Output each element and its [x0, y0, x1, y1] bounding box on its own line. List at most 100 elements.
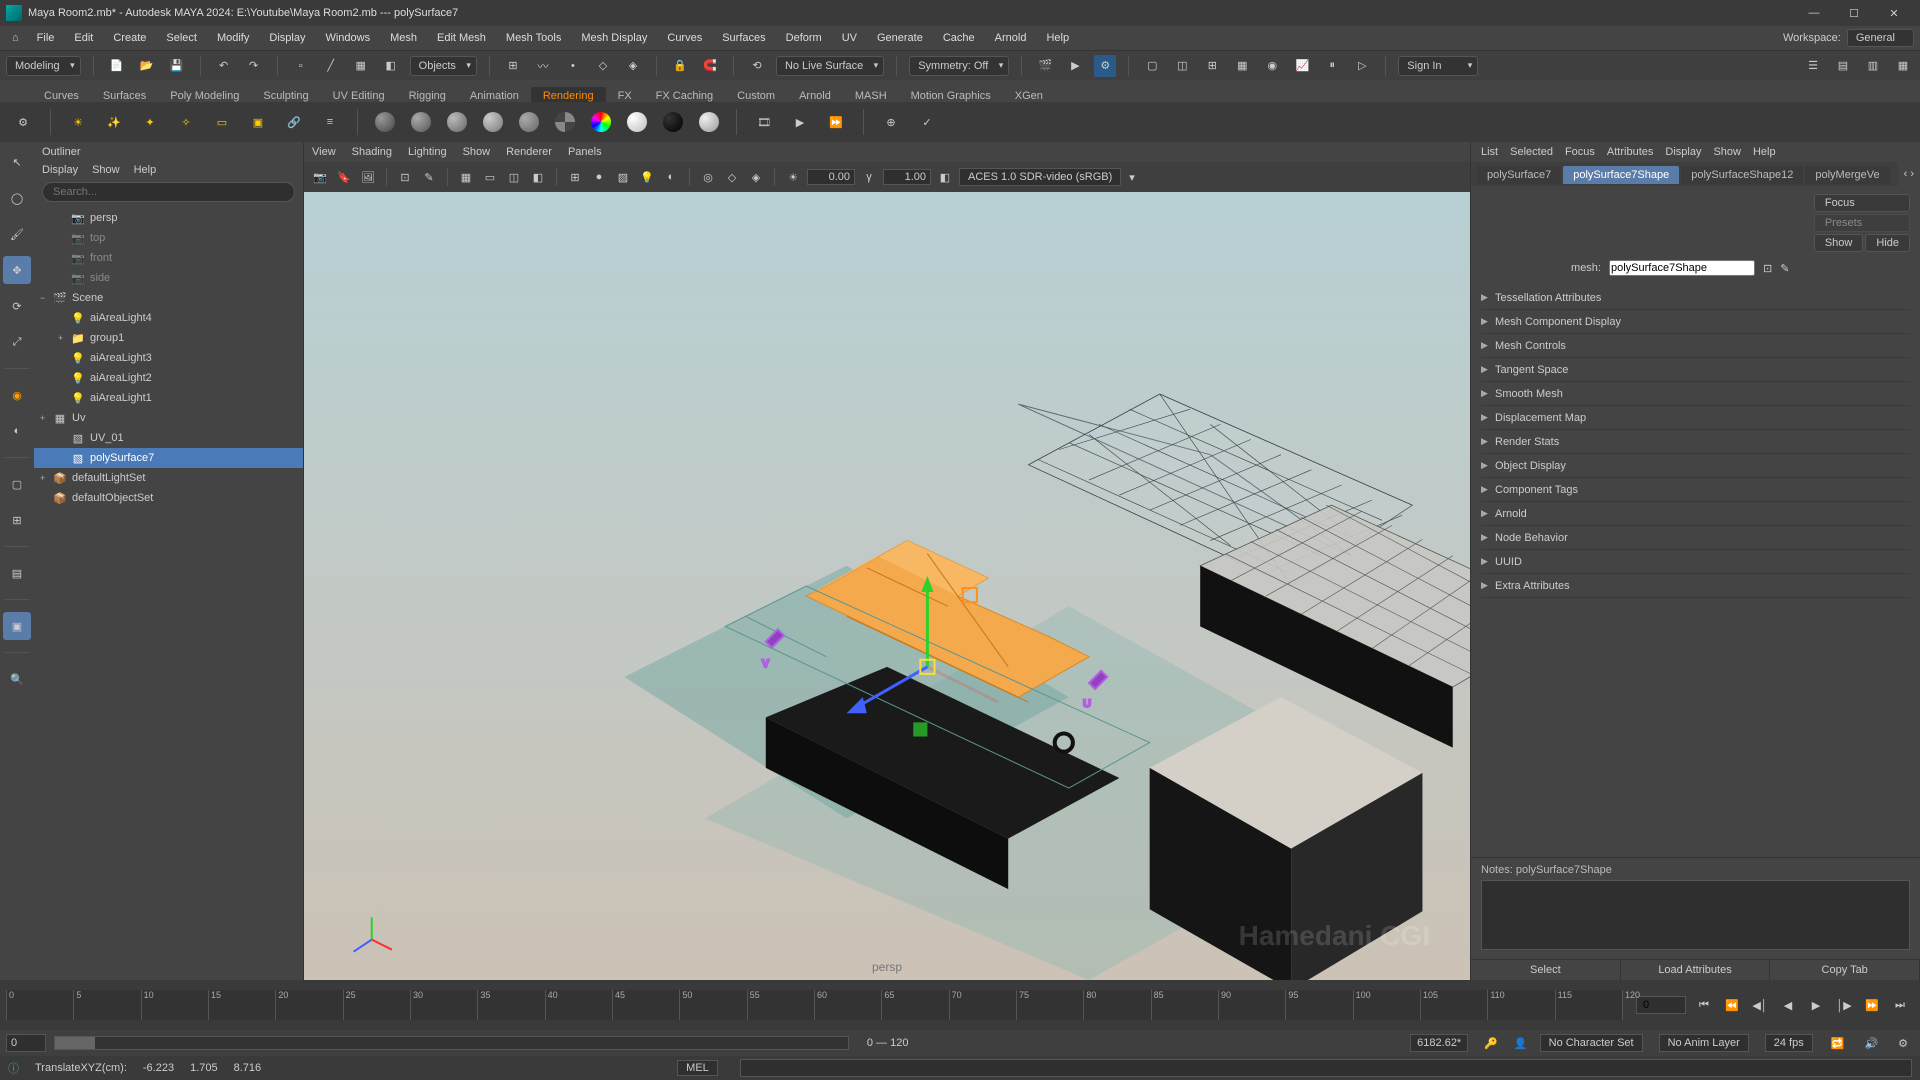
hypershade-icon[interactable]: ◉ — [1261, 55, 1283, 77]
spot-light-icon[interactable]: ✧ — [171, 107, 201, 137]
menu-windows[interactable]: Windows — [315, 29, 380, 47]
viewport-menu-renderer[interactable]: Renderer — [506, 146, 552, 158]
step-forward-key-icon[interactable]: ⏩ — [1860, 993, 1884, 1017]
outliner-search-input[interactable] — [42, 182, 295, 202]
range-slider[interactable] — [54, 1036, 849, 1050]
attr-section-arnold[interactable]: ▶Arnold — [1481, 502, 1910, 526]
volume-light-icon[interactable]: ▣ — [243, 107, 273, 137]
menu-surfaces[interactable]: Surfaces — [712, 29, 775, 47]
vp-gate-mask-icon[interactable]: ◧ — [528, 167, 548, 187]
history-icon[interactable]: ⟲ — [746, 55, 768, 77]
workspace-mode-dropdown[interactable]: Modeling — [6, 56, 81, 76]
vp-colorspace-dropdown[interactable]: ACES 1.0 SDR-video (sRGB) — [959, 168, 1121, 186]
viewport-menu-panels[interactable]: Panels — [568, 146, 602, 158]
outliner-item-top[interactable]: 📷top — [34, 228, 303, 248]
panel-layout-3-icon[interactable]: ⊞ — [1201, 55, 1223, 77]
attr-menu-focus[interactable]: Focus — [1565, 146, 1595, 158]
menu-mesh-display[interactable]: Mesh Display — [571, 29, 657, 47]
layout-persp-icon[interactable]: ▣ — [3, 612, 31, 640]
attr-tab-polysurface7shape[interactable]: polySurface7Shape — [1563, 166, 1679, 184]
vp-gamma-icon[interactable]: γ — [859, 167, 879, 187]
outliner-item-defaultlightset[interactable]: +📦defaultLightSet — [34, 468, 303, 488]
viewport-menu-lighting[interactable]: Lighting — [408, 146, 447, 158]
open-scene-icon[interactable]: 📂 — [136, 55, 158, 77]
vp-shadows-icon[interactable]: ◐ — [661, 167, 681, 187]
outliner-item-aiarealight4[interactable]: 💡aiAreaLight4 — [34, 308, 303, 328]
last-tool-icon[interactable]: ◉ — [3, 381, 31, 409]
shelf-options-icon[interactable]: ⚙ — [8, 107, 38, 137]
menu-edit-mesh[interactable]: Edit Mesh — [427, 29, 496, 47]
vp-isolate-icon[interactable]: ◎ — [698, 167, 718, 187]
minimize-button[interactable]: — — [1794, 0, 1834, 26]
select-mode-edge-icon[interactable]: ╱ — [320, 55, 342, 77]
attr-section-extra-attributes[interactable]: ▶Extra Attributes — [1481, 574, 1910, 598]
attr-footer-select[interactable]: Select — [1471, 960, 1621, 980]
viewport-menu-view[interactable]: View — [312, 146, 336, 158]
panel-layout-2-icon[interactable]: ◫ — [1171, 55, 1193, 77]
outliner-menu-display[interactable]: Display — [42, 164, 78, 176]
menu-generate[interactable]: Generate — [867, 29, 933, 47]
outliner-tree[interactable]: 📷persp📷top📷front📷side−🎬Scene💡aiAreaLight… — [34, 206, 303, 980]
new-scene-icon[interactable]: 📄 — [106, 55, 128, 77]
vp-textured-icon[interactable]: ▨ — [613, 167, 633, 187]
attr-section-mesh-controls[interactable]: ▶Mesh Controls — [1481, 334, 1910, 358]
focus-button[interactable]: Focus — [1814, 194, 1910, 212]
select-mode-face-icon[interactable]: ▦ — [350, 55, 372, 77]
panel-layout-1-icon[interactable]: ▢ — [1141, 55, 1163, 77]
go-to-start-icon[interactable]: ⏮ — [1692, 993, 1716, 1017]
render-view-icon[interactable]: 🎬 — [1034, 55, 1056, 77]
selection-filter-dropdown[interactable]: Objects — [410, 56, 477, 76]
attr-section-mesh-component-display[interactable]: ▶Mesh Component Display — [1481, 310, 1910, 334]
render-sequence-icon[interactable]: ▶ — [785, 107, 815, 137]
vp-image-plane-icon[interactable]: 🖼 — [358, 167, 378, 187]
character-set-dropdown[interactable]: No Character Set — [1540, 1034, 1643, 1052]
undo-icon[interactable]: ↶ — [213, 55, 235, 77]
viewport-menu-show[interactable]: Show — [463, 146, 491, 158]
close-button[interactable]: ✕ — [1874, 0, 1914, 26]
outliner-item-persp[interactable]: 📷persp — [34, 208, 303, 228]
select-mode-vertex-icon[interactable]: ▫ — [290, 55, 312, 77]
step-back-key-icon[interactable]: ⏪ — [1720, 993, 1744, 1017]
layout-outliner-icon[interactable]: ▤ — [3, 559, 31, 587]
shader-ball-5-icon[interactable] — [514, 107, 544, 137]
render-setup-icon[interactable]: ✓ — [912, 107, 942, 137]
viewport-canvas[interactable]: V U TOP — [304, 192, 1470, 980]
outliner-item-aiarealight3[interactable]: 💡aiAreaLight3 — [34, 348, 303, 368]
hide-button[interactable]: Hide — [1865, 234, 1910, 252]
vp-film-gate-icon[interactable]: ▭ — [480, 167, 500, 187]
layout-four-icon[interactable]: ⊞ — [3, 506, 31, 534]
menu-mesh-tools[interactable]: Mesh Tools — [496, 29, 571, 47]
notes-textarea[interactable] — [1481, 880, 1910, 950]
attr-menu-selected[interactable]: Selected — [1510, 146, 1553, 158]
attr-section-uuid[interactable]: ▶UUID — [1481, 550, 1910, 574]
outliner-item-polysurface7[interactable]: ▧polySurface7 — [34, 448, 303, 468]
attr-section-component-tags[interactable]: ▶Component Tags — [1481, 478, 1910, 502]
menu-help[interactable]: Help — [1036, 29, 1079, 47]
vp-grid-icon[interactable]: ▦ — [456, 167, 476, 187]
snap-plane-icon[interactable]: ◇ — [592, 55, 614, 77]
vp-lights-icon[interactable]: 💡 — [637, 167, 657, 187]
shader-white-icon[interactable] — [622, 107, 652, 137]
outliner-item-scene[interactable]: −🎬Scene — [34, 288, 303, 308]
vp-bookmark-icon[interactable]: 🔖 — [334, 167, 354, 187]
snap-live-icon[interactable]: ◈ — [622, 55, 644, 77]
attr-section-displacement-map[interactable]: ▶Displacement Map — [1481, 406, 1910, 430]
go-to-end-icon[interactable]: ⏭ — [1888, 993, 1912, 1017]
redo-icon[interactable]: ↷ — [243, 55, 265, 77]
render-settings-icon[interactable]: ⚙ — [1094, 55, 1116, 77]
outliner-item-aiarealight2[interactable]: 💡aiAreaLight2 — [34, 368, 303, 388]
vp-select-camera-icon[interactable]: 📷 — [310, 167, 330, 187]
soft-select-icon[interactable]: ◐ — [3, 417, 31, 445]
mesh-edit-icon[interactable]: ✎ — [1780, 262, 1789, 275]
shader-ball-2-icon[interactable] — [406, 107, 436, 137]
graph-editor-icon[interactable]: 📈 — [1291, 55, 1313, 77]
menu-file[interactable]: File — [27, 29, 65, 47]
presets-button[interactable]: Presets — [1814, 214, 1910, 232]
command-input[interactable] — [740, 1059, 1912, 1077]
render-frame-icon[interactable]: 🎞 — [749, 107, 779, 137]
menu-arnold[interactable]: Arnold — [985, 29, 1037, 47]
rotate-tool-icon[interactable]: ⟳ — [3, 292, 31, 320]
light-link-icon[interactable]: 🔗 — [279, 107, 309, 137]
select-mode-object-icon[interactable]: ◧ — [380, 55, 402, 77]
play-backward-icon[interactable]: ◀ — [1776, 993, 1800, 1017]
